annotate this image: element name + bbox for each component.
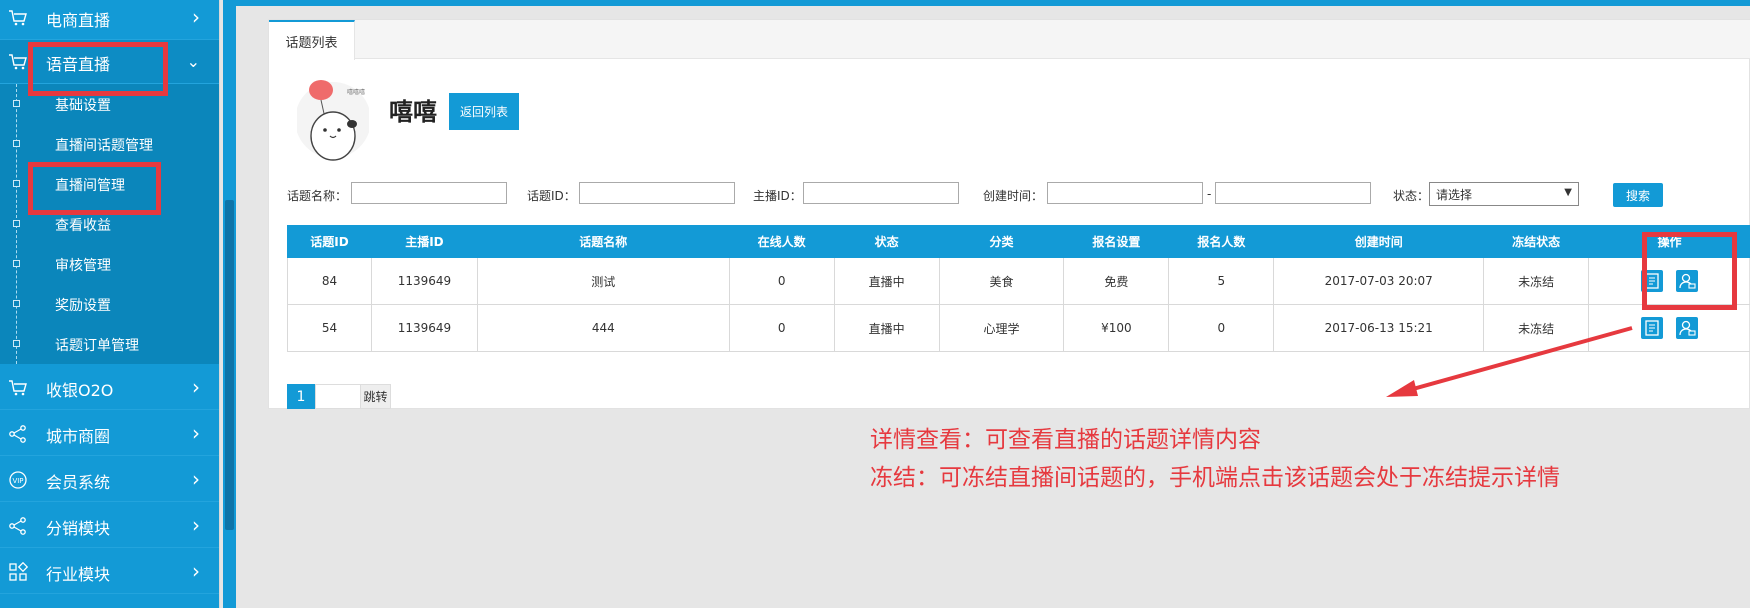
annotation-freeze: 冻结：可冻结直播间话题的，手机端点击该话题会处于冻结提示详情 <box>870 465 1560 491</box>
annotation-details: 详情查看：可查看直播的话题详情内容 <box>870 427 1261 453</box>
annotation-arrow <box>1386 326 1633 397</box>
